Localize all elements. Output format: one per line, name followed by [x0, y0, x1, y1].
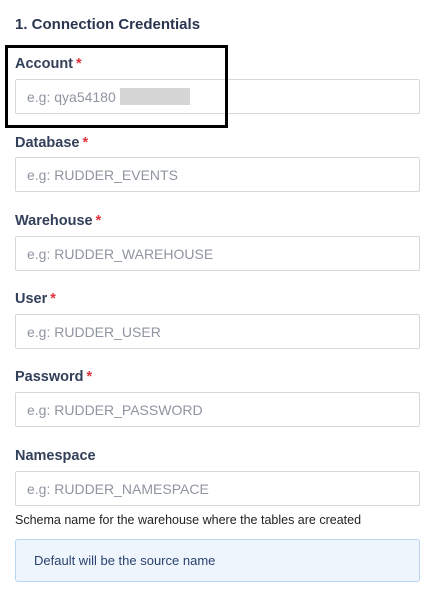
database-input[interactable]	[15, 157, 420, 192]
required-marker: *	[50, 291, 56, 307]
section-title: 1. Connection Credentials	[15, 16, 201, 33]
required-marker: *	[86, 369, 93, 385]
namespace-help-text: Schema name for the warehouse where the …	[15, 513, 362, 527]
account-label-text: Account	[15, 56, 73, 72]
password-label: Password *	[15, 369, 92, 385]
namespace-label: Namespace	[15, 448, 96, 464]
database-label: Database *	[15, 135, 88, 151]
warehouse-label: Warehouse *	[15, 213, 101, 229]
account-label: Account *	[15, 56, 82, 72]
password-label-text: Password	[15, 369, 84, 385]
password-input[interactable]	[15, 392, 420, 427]
required-marker: *	[82, 135, 89, 151]
namespace-label-text: Namespace	[15, 448, 96, 464]
redaction-block	[120, 88, 190, 105]
user-label: User *	[15, 291, 56, 307]
required-marker: *	[95, 213, 102, 229]
info-alert: Default will be the source name	[15, 539, 420, 582]
user-input[interactable]	[15, 314, 420, 349]
info-alert-text: Default will be the source name	[34, 553, 216, 568]
warehouse-label-text: Warehouse	[15, 213, 93, 229]
warehouse-input[interactable]	[15, 236, 420, 271]
required-marker: *	[76, 56, 82, 72]
database-label-text: Database	[15, 135, 80, 151]
user-label-text: User	[15, 291, 48, 307]
account-input[interactable]	[15, 79, 420, 114]
namespace-input[interactable]	[15, 471, 420, 506]
